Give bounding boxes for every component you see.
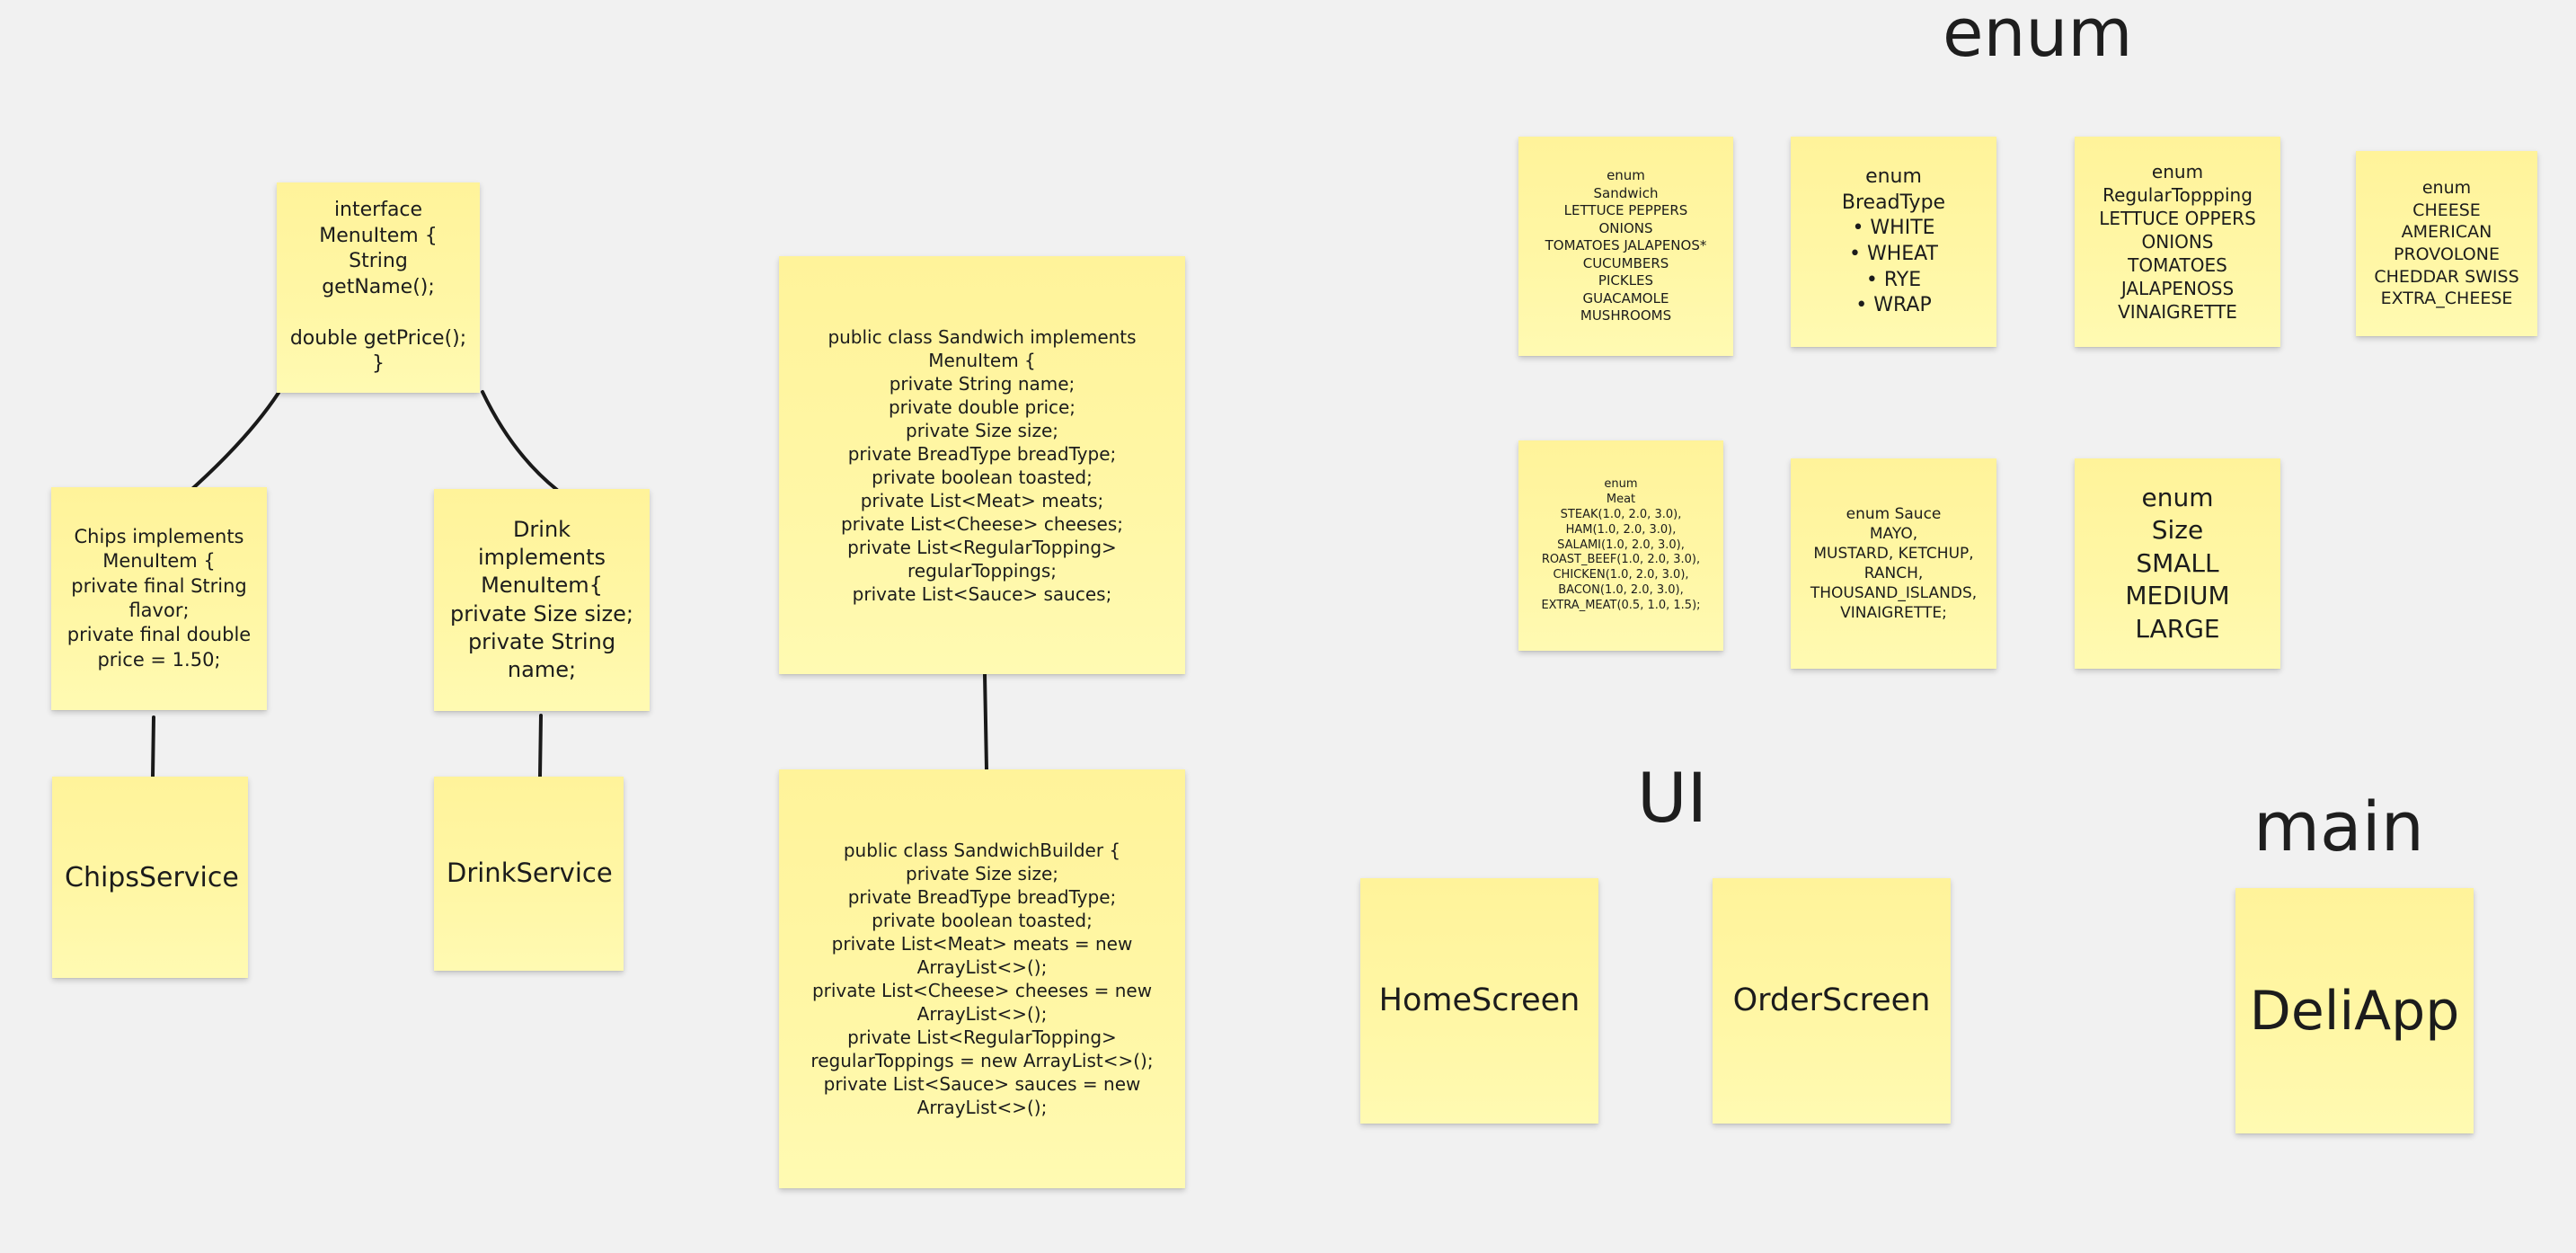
- sticky-note-enum-sauce[interactable]: enum Sauce MAYO, MUSTARD, KETCHUP, RANCH…: [1791, 458, 1996, 669]
- note-text: enum Size SMALL MEDIUM LARGE: [2125, 483, 2230, 644]
- connector-sandwich-to-builder: [983, 672, 988, 771]
- note-text: OrderScreen: [1732, 982, 1931, 1018]
- section-title-ui: UI: [1637, 758, 1708, 838]
- sticky-note-chips[interactable]: Chips implements MenuItem { private fina…: [51, 487, 267, 710]
- note-text: HomeScreen: [1378, 982, 1580, 1018]
- note-text: interface MenuItem { String getName(); d…: [289, 198, 467, 376]
- sticky-note-interface-menuitem[interactable]: interface MenuItem { String getName(); d…: [277, 182, 480, 393]
- connector-menuitem-to-drink: [481, 390, 559, 492]
- note-text: enum Meat STEAK(1.0, 2.0, 3.0), HAM(1.0,…: [1541, 476, 1701, 613]
- connector-drink-to-drinkservice: [538, 714, 543, 778]
- sticky-note-enum-size[interactable]: enum Size SMALL MEDIUM LARGE: [2075, 458, 2280, 669]
- sticky-note-drink-service[interactable]: DrinkService: [434, 777, 624, 971]
- sticky-note-enum-sandwich[interactable]: enum Sandwich LETTUCE PEPPERS ONIONS TOM…: [1518, 137, 1733, 356]
- sticky-note-drink[interactable]: Drink implements MenuItem{ private Size …: [434, 489, 650, 711]
- note-text: DrinkService: [447, 858, 613, 889]
- note-text: ChipsService: [65, 861, 239, 893]
- sticky-note-enum-meat[interactable]: enum Meat STEAK(1.0, 2.0, 3.0), HAM(1.0,…: [1518, 440, 1723, 651]
- note-text: enum Sauce MAYO, MUSTARD, KETCHUP, RANCH…: [1810, 504, 1978, 623]
- connector-menuitem-to-chips: [183, 391, 280, 497]
- sticky-note-home-screen[interactable]: HomeScreen: [1360, 878, 1598, 1124]
- sticky-note-enum-cheese[interactable]: enum CHEESE AMERICAN PROVOLONE CHEDDAR S…: [2356, 151, 2537, 336]
- note-text: enum RegularToppping LETTUCE OPPERS ONIO…: [2099, 161, 2256, 323]
- note-text: Chips implements MenuItem { private fina…: [66, 526, 252, 671]
- sticky-note-enum-regulartopping[interactable]: enum RegularToppping LETTUCE OPPERS ONIO…: [2075, 137, 2280, 347]
- sticky-note-enum-breadtype[interactable]: enum BreadType • WHITE • WHEAT • RYE • W…: [1791, 137, 1996, 347]
- note-text: enum Sandwich LETTUCE PEPPERS ONIONS TOM…: [1545, 167, 1707, 324]
- sticky-note-sandwich-builder[interactable]: public class SandwichBuilder { private S…: [779, 769, 1185, 1188]
- note-text: public class SandwichBuilder { private S…: [810, 840, 1154, 1118]
- section-title-enum: enum: [1943, 0, 2133, 72]
- note-text: Drink implements MenuItem{ private Size …: [450, 516, 633, 682]
- note-text: DeliApp: [2249, 979, 2460, 1043]
- note-text: enum BreadType • WHITE • WHEAT • RYE • W…: [1841, 165, 1946, 317]
- note-text: enum CHEESE AMERICAN PROVOLONE CHEDDAR S…: [2374, 177, 2519, 309]
- sticky-note-order-screen[interactable]: OrderScreen: [1713, 878, 1951, 1124]
- sticky-note-sandwich-class[interactable]: public class Sandwich implements MenuIte…: [779, 256, 1185, 674]
- sticky-note-deli-app[interactable]: DeliApp: [2235, 888, 2474, 1133]
- connector-chips-to-chipsservice: [151, 715, 155, 778]
- whiteboard-canvas[interactable]: enum UI main interface MenuItem { String…: [0, 0, 2576, 1253]
- note-text: public class Sandwich implements MenuIte…: [828, 325, 1137, 605]
- section-title-main: main: [2253, 786, 2424, 866]
- sticky-note-chips-service[interactable]: ChipsService: [52, 777, 248, 978]
